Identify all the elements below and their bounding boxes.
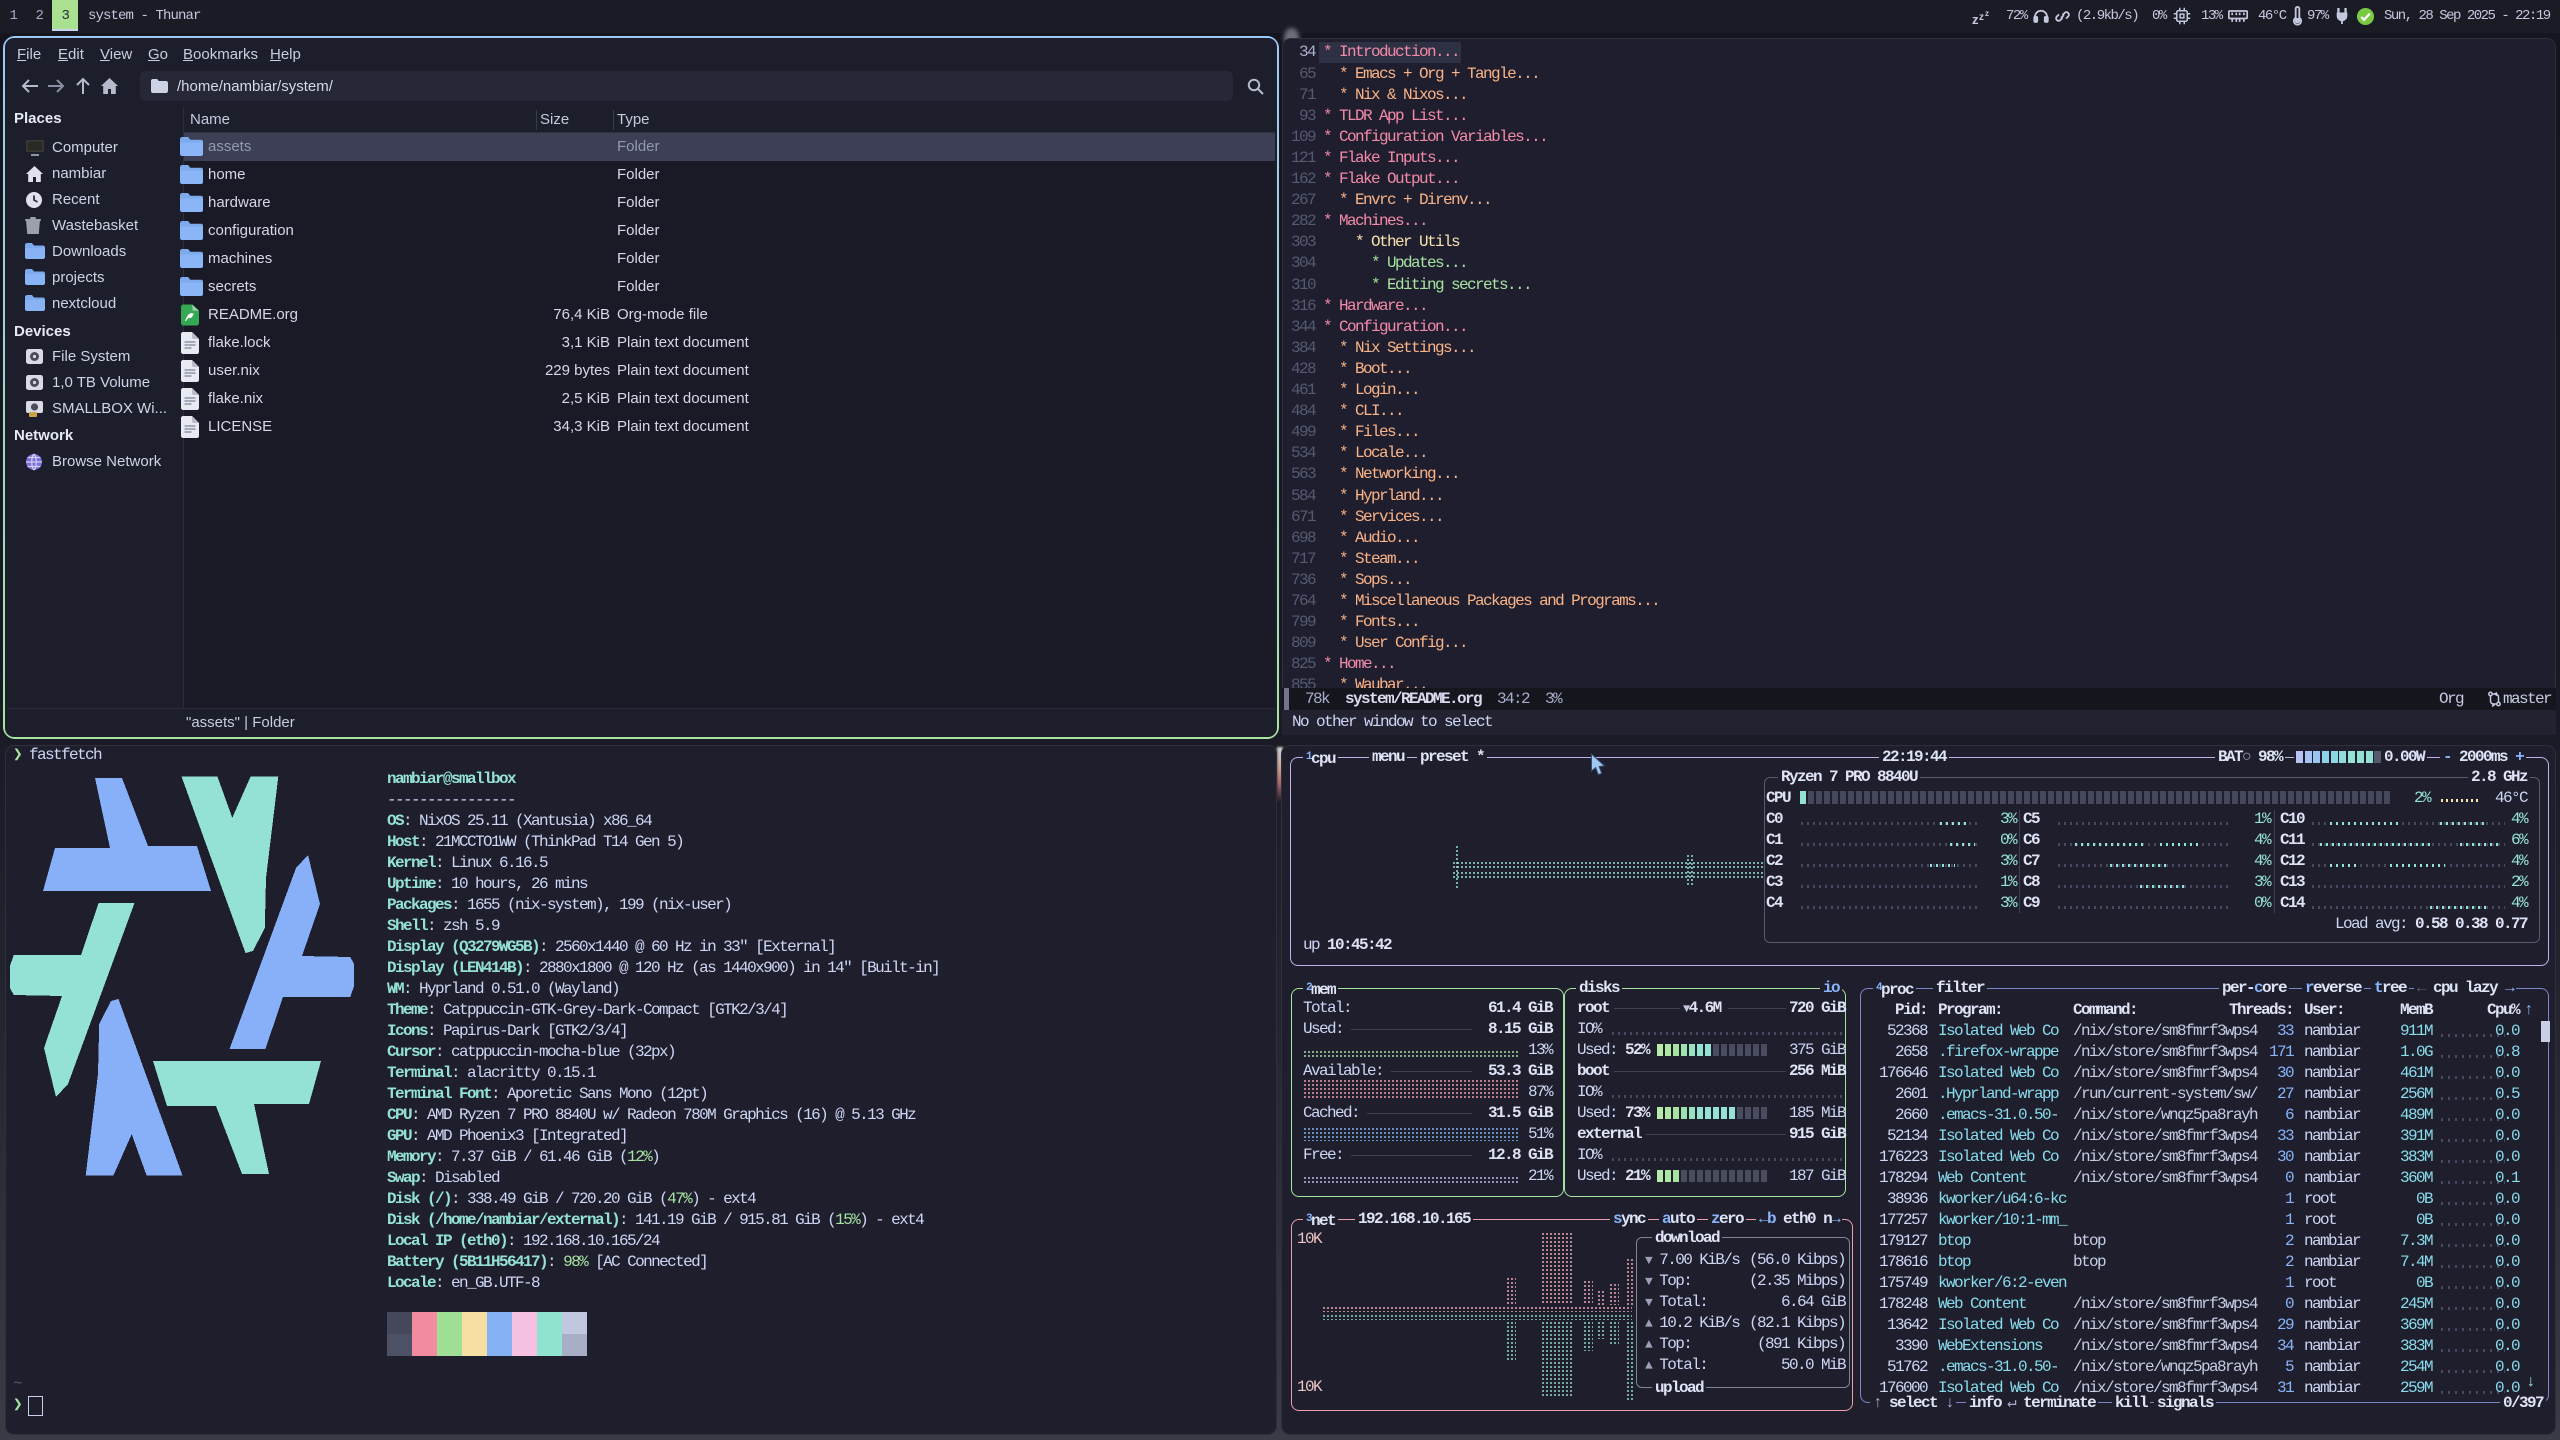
svg-text:z: z xyxy=(1979,12,1984,23)
svg-text:z: z xyxy=(1972,12,1979,25)
svg-text:z: z xyxy=(1985,9,1989,18)
